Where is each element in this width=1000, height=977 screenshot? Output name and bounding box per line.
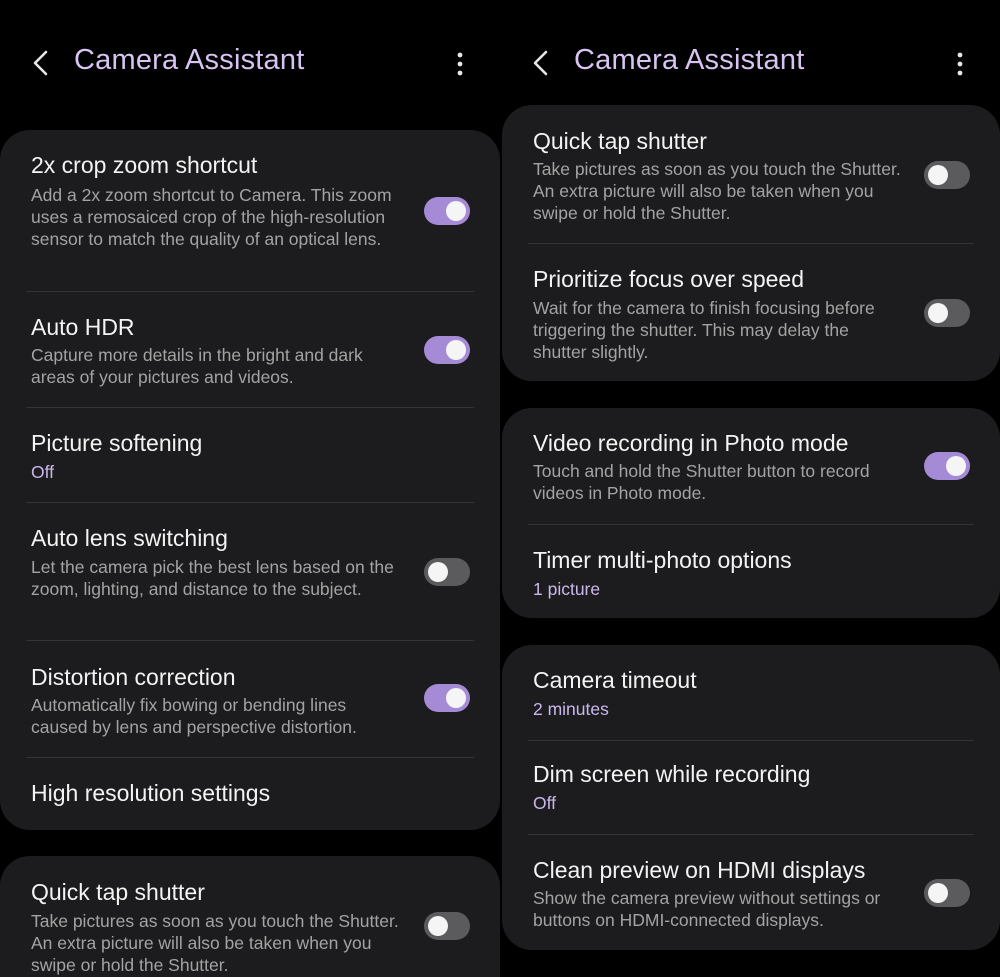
setting-description: Capture more details in the bright and d… — [31, 345, 363, 387]
toggle-knob — [928, 165, 948, 185]
setting-quick-tap-shutter[interactable]: Quick tap shutter Take pictures as soon … — [502, 105, 1000, 243]
setting-clean-preview-on-hdmi-displays[interactable]: Clean preview on HDMI displays Show the … — [502, 835, 1000, 950]
app-bar: Camera Assistant — [0, 0, 500, 130]
setting-title: Dim screen while recording — [533, 761, 811, 787]
toggle-switch[interactable] — [924, 879, 970, 907]
setting-distortion-correction[interactable]: Distortion correction Automatically fix … — [0, 641, 500, 757]
settings-card: Quick tap shutter Take pictures as soon … — [0, 856, 500, 977]
settings-card: Quick tap shutter Take pictures as soon … — [502, 105, 1000, 381]
setting-title: Quick tap shutter — [31, 879, 205, 905]
setting-title: Video recording in Photo mode — [533, 430, 849, 456]
setting-auto-hdr[interactable]: Auto HDR Capture more details in the bri… — [0, 292, 500, 408]
setting-dim-screen-while-recording[interactable]: Dim screen while recording Off — [502, 741, 1000, 834]
settings-card: 2x crop zoom shortcut Add a 2x zoom shor… — [0, 130, 500, 830]
setting-title: Quick tap shutter — [533, 128, 707, 154]
setting-timer-multi-photo-options[interactable]: Timer multi-photo options 1 picture — [502, 525, 1000, 618]
setting-quick-tap-shutter[interactable]: Quick tap shutter Take pictures as soon … — [0, 856, 500, 977]
toggle-knob — [946, 456, 966, 476]
toggle-knob — [446, 201, 466, 221]
toggle-knob — [446, 688, 466, 708]
setting-video-recording-in-photo-mode[interactable]: Video recording in Photo mode Touch and … — [502, 408, 1000, 524]
setting-title: High resolution settings — [31, 780, 271, 806]
toggle-switch[interactable] — [924, 299, 970, 327]
left-screen: Camera Assistant 2x crop zoom shortcut A… — [0, 0, 500, 977]
setting-value: 2 minutes — [533, 699, 609, 719]
right-screen: Camera Assistant Quick tap shutter Take … — [500, 0, 1000, 977]
setting-high-resolution-settings[interactable]: High resolution settings — [0, 758, 500, 830]
toggle-switch[interactable] — [424, 912, 470, 940]
more-options-button[interactable] — [450, 50, 470, 78]
setting-description: Take pictures as soon as you touch the S… — [533, 159, 901, 223]
setting-description: Show the camera preview without settings… — [533, 888, 881, 930]
setting-description: Take pictures as soon as you touch the S… — [31, 911, 399, 975]
toggle-knob — [928, 883, 948, 903]
setting-value: Off — [533, 793, 557, 813]
setting-title: Timer multi-photo options — [533, 547, 792, 573]
toggle-switch[interactable] — [424, 558, 470, 586]
toggle-switch[interactable] — [424, 197, 470, 225]
setting-auto-lens-switching[interactable]: Auto lens switching Let the camera pick … — [0, 503, 500, 641]
toggle-knob — [446, 340, 466, 360]
toggle-switch[interactable] — [924, 452, 970, 480]
back-button[interactable] — [28, 48, 54, 78]
setting-title: Camera timeout — [533, 667, 697, 693]
page-title: Camera Assistant — [74, 44, 305, 76]
toggle-knob — [428, 562, 448, 582]
setting-2x-crop-zoom-shortcut[interactable]: 2x crop zoom shortcut Add a 2x zoom shor… — [0, 130, 500, 291]
setting-title: Prioritize focus over speed — [533, 266, 805, 292]
setting-title: Clean preview on HDMI displays — [533, 857, 866, 883]
setting-title: 2x crop zoom shortcut — [31, 152, 258, 178]
setting-value: Off — [31, 462, 55, 482]
setting-camera-timeout[interactable]: Camera timeout 2 minutes — [502, 645, 1000, 740]
setting-description: Touch and hold the Shutter button to rec… — [533, 461, 870, 503]
settings-card: Video recording in Photo mode Touch and … — [502, 408, 1000, 618]
setting-title: Auto lens switching — [31, 525, 228, 551]
more-vertical-icon — [457, 52, 463, 76]
setting-title: Auto HDR — [31, 314, 135, 340]
more-vertical-icon — [957, 52, 963, 76]
back-button[interactable] — [528, 48, 554, 78]
page-title: Camera Assistant — [574, 44, 805, 76]
chevron-left-icon — [33, 50, 48, 76]
toggle-switch[interactable] — [424, 336, 470, 364]
setting-title: Picture softening — [31, 430, 203, 456]
toggle-switch[interactable] — [924, 161, 970, 189]
toggle-knob — [428, 916, 448, 936]
chevron-left-icon — [533, 50, 548, 76]
setting-title: Distortion correction — [31, 664, 236, 690]
settings-card: Camera timeout 2 minutes Dim screen whil… — [502, 645, 1000, 950]
setting-description: Let the camera pick the best lens based … — [31, 557, 394, 599]
setting-prioritize-focus-over-speed[interactable]: Prioritize focus over speed Wait for the… — [502, 244, 1000, 381]
setting-picture-softening[interactable]: Picture softening Off — [0, 408, 500, 502]
setting-value: 1 picture — [533, 579, 601, 599]
more-options-button[interactable] — [950, 50, 970, 78]
setting-description: Wait for the camera to finish focusing b… — [533, 298, 875, 362]
setting-description: Add a 2x zoom shortcut to Camera. This z… — [31, 185, 392, 249]
setting-description: Automatically fix bowing or bending line… — [31, 695, 357, 737]
toggle-knob — [928, 303, 948, 323]
toggle-switch[interactable] — [424, 684, 470, 712]
